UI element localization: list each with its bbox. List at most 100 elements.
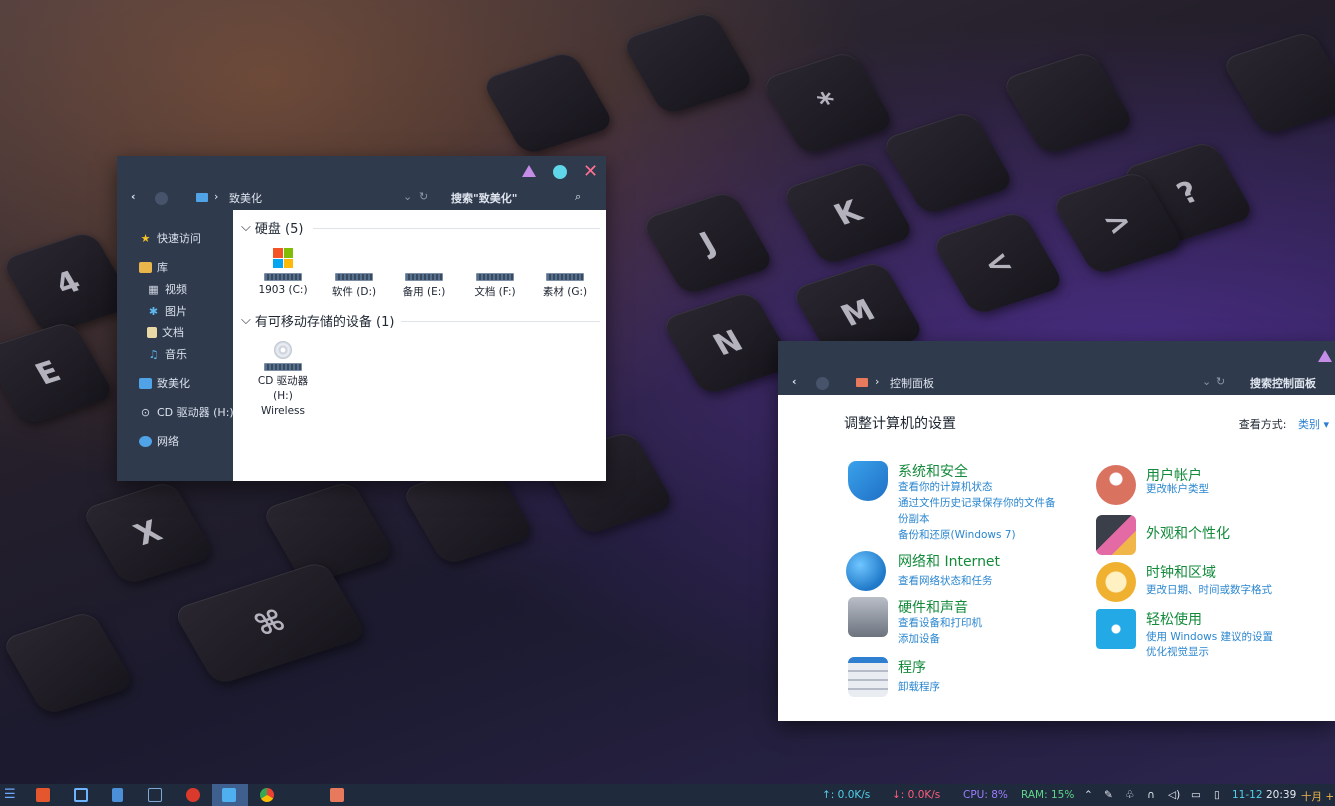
user-account-icon bbox=[1096, 465, 1136, 505]
category-link[interactable]: 通过文件历史记录保存你的文件备 bbox=[898, 495, 1056, 510]
sidebar-item-music[interactable]: ♫ 音乐 bbox=[147, 346, 187, 362]
sidebar-item-video[interactable]: ▦ 视频 bbox=[147, 281, 187, 297]
date[interactable]: 11-12 bbox=[1232, 789, 1263, 801]
category-link[interactable]: 添加设备 bbox=[898, 631, 940, 646]
windows-logo-icon bbox=[273, 248, 293, 268]
triangle-icon bbox=[522, 165, 536, 177]
printer-speaker-icon bbox=[848, 597, 888, 637]
clock[interactable]: 20:39 bbox=[1266, 789, 1296, 801]
drive-usage-bar bbox=[546, 273, 584, 281]
control-panel-titlebar[interactable] bbox=[778, 341, 1335, 371]
back-button[interactable]: ‹ bbox=[131, 190, 136, 203]
page-title: 调整计算机的设置 bbox=[844, 416, 956, 432]
category-title[interactable]: 时钟和区域 bbox=[1146, 562, 1216, 582]
category-title[interactable]: 网络和 Internet bbox=[898, 551, 1000, 571]
security-shield-icon bbox=[848, 461, 888, 501]
section-header-disks[interactable]: ⌵ 硬盘 (5) bbox=[241, 218, 303, 237]
chevron-down-icon: ⌵ bbox=[241, 220, 251, 235]
drive-f[interactable]: 文档 (F:) bbox=[463, 273, 527, 299]
category-link[interactable]: 使用 Windows 建议的设置 bbox=[1146, 629, 1273, 644]
star-icon: ★ bbox=[140, 231, 151, 245]
video-icon: ▦ bbox=[148, 282, 159, 296]
section-header-removable[interactable]: ⌵ 有可移动存储的设备 (1) bbox=[241, 311, 394, 330]
minimize-button[interactable] bbox=[522, 165, 536, 179]
clipboard-icon[interactable] bbox=[112, 788, 123, 802]
qq-icon[interactable]: ♧ bbox=[1125, 789, 1134, 801]
chevron-down-icon[interactable]: ⌄ bbox=[403, 190, 412, 203]
search-input[interactable]: 搜索"致美化" bbox=[451, 190, 517, 206]
headset-icon[interactable]: ∩ bbox=[1147, 789, 1155, 801]
control-panel-address-bar: ‹ › 控制面板 ⌄ ↻ 搜索控制面板 bbox=[778, 371, 1335, 395]
category-appearance: 外观和个性化 bbox=[1096, 515, 1326, 555]
sidebar-item-documents[interactable]: 文档 bbox=[147, 324, 184, 340]
category-title[interactable]: 轻松使用 bbox=[1146, 609, 1202, 629]
view-by-dropdown[interactable]: 类别 ▾ bbox=[1298, 418, 1329, 431]
category-link[interactable]: 份副本 bbox=[898, 511, 930, 526]
drive-g[interactable]: 素材 (G:) bbox=[533, 273, 597, 299]
appearance-icon bbox=[1096, 515, 1136, 555]
chevron-up-icon[interactable]: ⌃ bbox=[1084, 789, 1093, 801]
category-link[interactable]: 卸载程序 bbox=[898, 679, 940, 694]
keyboard-key: N bbox=[660, 290, 796, 396]
forward-button[interactable] bbox=[155, 192, 168, 205]
forward-button[interactable] bbox=[816, 377, 829, 390]
search-icon[interactable]: ⌕ bbox=[575, 190, 581, 204]
file-explorer-taskbar-icon[interactable] bbox=[222, 788, 236, 802]
drive-e[interactable]: 备用 (E:) bbox=[392, 273, 456, 299]
keyboard-key bbox=[0, 610, 136, 716]
control-panel-content: 调整计算机的设置 查看方式: 类别 ▾ 系统和安全 查看你的计算机状态 通过文件… bbox=[778, 395, 1335, 721]
pen-icon[interactable]: ✎ bbox=[1104, 789, 1113, 801]
category-title[interactable]: 硬件和声音 bbox=[898, 597, 968, 617]
category-link[interactable]: 更改帐户类型 bbox=[1146, 481, 1209, 496]
document-icon bbox=[147, 326, 157, 338]
terminal-icon[interactable] bbox=[148, 788, 162, 802]
category-title[interactable]: 外观和个性化 bbox=[1146, 523, 1230, 543]
explorer-titlebar[interactable]: ✕ bbox=[117, 156, 606, 186]
chevron-down-icon[interactable]: ⌄ bbox=[1202, 375, 1211, 388]
ram-usage: RAM: 15% bbox=[1021, 789, 1075, 801]
category-link[interactable]: 查看你的计算机状态 bbox=[898, 479, 993, 494]
start-menu-icon[interactable]: ☰ bbox=[4, 788, 18, 802]
music-icon: ♫ bbox=[148, 347, 159, 361]
photoshop-icon[interactable] bbox=[74, 788, 88, 802]
network-tray-icon[interactable]: ▭ bbox=[1191, 789, 1201, 801]
chrome-icon[interactable] bbox=[260, 788, 274, 802]
network-icon bbox=[139, 435, 152, 447]
keyboard-key: * bbox=[760, 50, 896, 156]
keyboard-key: E bbox=[0, 320, 116, 426]
category-link[interactable]: 备份和还原(Windows 7) bbox=[898, 527, 1016, 542]
sidebar-item-pictures[interactable]: ✱ 图片 bbox=[147, 303, 187, 319]
drive-d[interactable]: 软件 (D:) bbox=[322, 273, 386, 299]
drive-h-cd[interactable]: CD 驱动器 (H:) Wireless bbox=[251, 341, 315, 419]
sidebar-item-quick-access[interactable]: ★ 快速访问 bbox=[139, 230, 201, 246]
back-button[interactable]: ‹ bbox=[792, 375, 797, 388]
sidebar-item-library[interactable]: 库 bbox=[139, 259, 168, 275]
breadcrumb[interactable]: 控制面板 bbox=[890, 375, 934, 391]
volume-icon[interactable]: ◁) bbox=[1168, 789, 1180, 801]
breadcrumb[interactable]: 致美化 bbox=[229, 190, 262, 206]
drive-c[interactable]: 1903 (C:) bbox=[251, 248, 315, 296]
search-input[interactable]: 搜索控制面板 bbox=[1250, 375, 1316, 391]
category-title[interactable]: 程序 bbox=[898, 657, 926, 677]
category-link[interactable]: 查看网络状态和任务 bbox=[898, 573, 993, 588]
refresh-icon[interactable]: ↻ bbox=[419, 190, 428, 203]
category-link[interactable]: 优化视觉显示 bbox=[1146, 644, 1209, 659]
refresh-icon[interactable]: ↻ bbox=[1216, 375, 1225, 388]
netease-music-icon[interactable] bbox=[186, 788, 200, 802]
category-title[interactable]: 系统和安全 bbox=[898, 461, 968, 481]
drive-usage-bar bbox=[264, 273, 302, 281]
sidebar-item-cd-drive[interactable]: ⊙ CD 驱动器 (H:) bbox=[139, 404, 234, 420]
sidebar-item-this-pc[interactable]: 致美化 bbox=[139, 375, 190, 391]
office-icon[interactable] bbox=[36, 788, 50, 802]
sidebar-item-network[interactable]: 网络 bbox=[139, 433, 179, 449]
category-link[interactable]: 更改日期、时间或数字格式 bbox=[1146, 582, 1272, 597]
calendar-text[interactable]: 十月 + bbox=[1301, 789, 1334, 804]
usb-icon[interactable]: ▯ bbox=[1214, 789, 1220, 801]
keyboard-key bbox=[620, 10, 756, 116]
maximize-button[interactable] bbox=[553, 165, 567, 179]
control-panel-taskbar-icon[interactable] bbox=[330, 788, 344, 802]
minimize-button[interactable] bbox=[1318, 350, 1332, 364]
globe-icon bbox=[846, 551, 886, 591]
close-button[interactable]: ✕ bbox=[583, 163, 598, 181]
category-link[interactable]: 查看设备和打印机 bbox=[898, 615, 982, 630]
